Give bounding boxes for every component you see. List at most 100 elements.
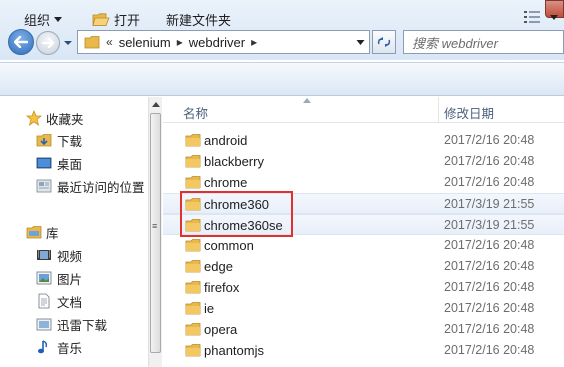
file-name: android (204, 133, 248, 148)
organize-label: 组织 (24, 13, 51, 28)
refresh-icon (377, 37, 391, 47)
scrollbar-thumb[interactable] (150, 113, 161, 353)
star-icon (26, 110, 42, 126)
sidebar-item-downloads[interactable]: 下载 (0, 129, 148, 151)
picture-icon (36, 271, 52, 285)
file-date-modified: 2017/2/16 20:48 (444, 301, 535, 315)
folder-icon (185, 281, 201, 294)
file-name: common (204, 238, 254, 253)
file-name: ie (204, 301, 215, 316)
library-icon (26, 226, 42, 239)
open-folder-icon (92, 12, 110, 26)
pictures-label: 图片 (57, 272, 83, 287)
breadcrumb-separator-icon[interactable]: ▸ (177, 35, 183, 49)
file-date-modified: 2017/2/16 20:48 (444, 133, 535, 147)
documents-label: 文档 (57, 295, 83, 310)
folder-icon (185, 260, 201, 273)
xunlei-downloads-icon (36, 318, 52, 331)
open-button[interactable]: 打开 (92, 10, 140, 29)
music-note-icon (38, 340, 48, 354)
column-divider[interactable] (438, 97, 439, 123)
favorites-label: 收藏夹 (46, 112, 84, 127)
video-icon (37, 250, 51, 260)
column-header-row: 名称 修改日期 (163, 97, 564, 123)
file-date-modified: 2017/3/19 21:55 (444, 218, 535, 232)
file-date-modified: 2017/2/16 20:48 (444, 238, 535, 252)
file-name: edge (204, 259, 233, 274)
file-date-modified: 2017/3/19 21:55 (444, 197, 535, 211)
table-row[interactable]: chrome 2017/2/16 20:48 (163, 172, 564, 193)
breadcrumb-webdriver[interactable]: webdriver (189, 35, 245, 50)
table-row[interactable]: edge 2017/2/16 20:48 (163, 256, 564, 277)
downloads-label: 下载 (57, 134, 83, 149)
address-bar[interactable]: « selenium ▸ webdriver ▸ (77, 30, 370, 54)
folder-icon (185, 134, 201, 147)
file-date-modified: 2017/2/16 20:48 (444, 322, 535, 336)
sort-ascending-icon (303, 98, 311, 103)
xunlei-downloads-label: 迅雷下载 (57, 318, 108, 333)
table-row[interactable]: firefox 2017/2/16 20:48 (163, 277, 564, 298)
sidebar-item-libraries[interactable]: 库 (0, 221, 148, 243)
folder-icon (185, 344, 201, 357)
desktop-label: 桌面 (57, 157, 83, 172)
sidebar-item-music[interactable]: 音乐 (0, 336, 148, 358)
folder-icon (185, 302, 201, 315)
table-row[interactable]: opera 2017/2/16 20:48 (163, 319, 564, 340)
navigation-scrollbar[interactable]: ≡ (148, 97, 162, 367)
new-folder-label: 新建文件夹 (166, 13, 232, 28)
breadcrumb-separator-icon[interactable]: ▸ (251, 35, 257, 49)
music-label: 音乐 (57, 341, 83, 356)
command-bar (0, 62, 564, 96)
refresh-button[interactable] (372, 30, 396, 54)
desktop-icon (36, 157, 52, 169)
table-row[interactable]: phantomjs 2017/2/16 20:48 (163, 340, 564, 361)
sidebar-item-recent-places[interactable]: 最近访问的位置 (0, 175, 148, 197)
document-icon (38, 293, 50, 309)
file-name: phantomjs (204, 343, 264, 358)
back-button[interactable] (8, 29, 34, 55)
history-dropdown-icon[interactable] (63, 38, 73, 48)
chevron-down-icon (54, 16, 63, 22)
table-row[interactable]: android 2017/2/16 20:48 (163, 130, 564, 151)
breadcrumb-overflow[interactable]: « (106, 35, 113, 49)
folder-icon (185, 323, 201, 336)
forward-button[interactable] (36, 31, 60, 55)
libraries-label: 库 (46, 226, 59, 241)
sidebar-item-xunlei-downloads[interactable]: 迅雷下载 (0, 313, 148, 335)
address-dropdown-icon[interactable] (356, 39, 365, 47)
folder-icon (185, 239, 201, 252)
file-date-modified: 2017/2/16 20:48 (444, 259, 535, 273)
table-row[interactable]: blackberry 2017/2/16 20:48 (163, 151, 564, 172)
downloads-folder-icon (36, 134, 52, 147)
view-dropdown-icon[interactable] (550, 15, 558, 21)
file-date-modified: 2017/2/16 20:48 (444, 175, 535, 189)
table-row[interactable]: common 2017/2/16 20:48 (163, 235, 564, 256)
open-label: 打开 (114, 13, 141, 28)
scrollbar-grip-icon: ≡ (152, 221, 158, 231)
folder-icon (185, 155, 201, 168)
file-name: blackberry (204, 154, 264, 169)
recent-places-icon (36, 179, 52, 193)
folder-icon (185, 176, 201, 189)
organize-button[interactable]: 组织 (24, 10, 63, 29)
sidebar-item-favorites[interactable]: 收藏夹 (0, 107, 148, 129)
navigation-pane: 收藏夹 下载 桌面 最近访问的位置 库 视频 图片 文档 迅雷下载 音乐 (0, 97, 148, 367)
file-name: chrome (204, 175, 248, 190)
file-name: opera (204, 322, 238, 337)
search-input[interactable]: 搜索 webdriver (403, 30, 564, 54)
column-header-name[interactable]: 名称 (183, 103, 208, 122)
file-date-modified: 2017/2/16 20:48 (444, 343, 535, 357)
table-row[interactable]: ie 2017/2/16 20:48 (163, 298, 564, 319)
new-folder-button[interactable]: 新建文件夹 (166, 10, 231, 29)
folder-icon (84, 36, 100, 49)
file-name: firefox (204, 280, 240, 295)
sidebar-item-pictures[interactable]: 图片 (0, 267, 148, 289)
column-header-date-modified[interactable]: 修改日期 (444, 103, 494, 122)
sidebar-item-documents[interactable]: 文档 (0, 290, 148, 312)
scroll-up-icon[interactable] (152, 101, 160, 107)
sidebar-item-desktop[interactable]: 桌面 (0, 152, 148, 174)
breadcrumb-selenium[interactable]: selenium (119, 35, 171, 50)
view-options-icon[interactable] (524, 11, 540, 23)
sidebar-item-videos[interactable]: 视频 (0, 244, 148, 266)
file-date-modified: 2017/2/16 20:48 (444, 154, 535, 168)
